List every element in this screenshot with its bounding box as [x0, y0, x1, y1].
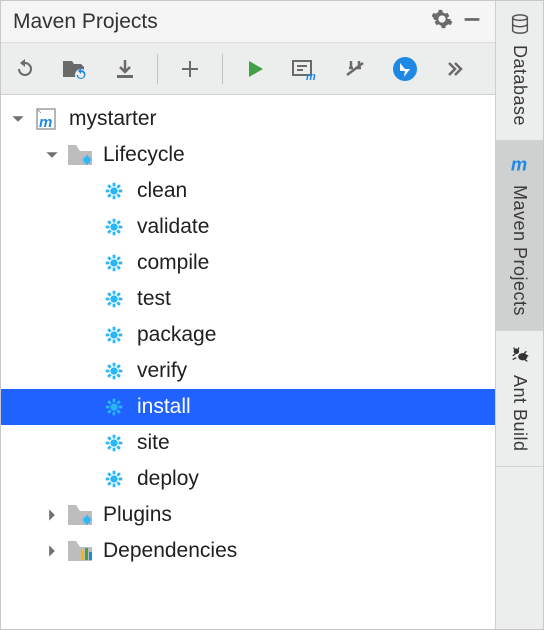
- ant-icon: [509, 341, 531, 367]
- folder-lib-icon: [67, 538, 93, 564]
- side-tab-maven-projects[interactable]: m Maven Projects: [496, 141, 543, 331]
- maven-icon: m: [509, 151, 531, 177]
- lifecycle-goal-compile[interactable]: compile: [1, 245, 495, 281]
- tree-dependencies-label: Dependencies: [103, 539, 237, 563]
- lifecycle-goal-label: test: [137, 287, 171, 311]
- gear-icon: [101, 214, 127, 240]
- run-button[interactable]: [237, 51, 273, 87]
- gear-icon: [101, 178, 127, 204]
- lifecycle-goal-package[interactable]: package: [1, 317, 495, 353]
- reimport-button[interactable]: [57, 51, 93, 87]
- tree-dependencies-node[interactable]: Dependencies: [1, 533, 495, 569]
- maven-module-icon: m: [33, 106, 59, 132]
- toolbar: m: [1, 43, 495, 95]
- more-toolbar-button[interactable]: [437, 51, 473, 87]
- side-tab-ant-build[interactable]: Ant Build: [496, 331, 543, 467]
- lifecycle-goal-install[interactable]: install: [1, 389, 495, 425]
- lifecycle-goal-deploy[interactable]: deploy: [1, 461, 495, 497]
- chevron-down-icon: [9, 110, 27, 128]
- chevron-right-icon: [43, 506, 61, 524]
- gear-icon: [101, 286, 127, 312]
- svg-text:m: m: [39, 114, 52, 131]
- execute-goal-button[interactable]: m: [287, 51, 323, 87]
- gear-icon: [101, 430, 127, 456]
- toolbar-separator: [157, 54, 158, 84]
- tree-plugins-label: Plugins: [103, 503, 172, 527]
- lifecycle-goal-test[interactable]: test: [1, 281, 495, 317]
- lifecycle-goal-verify[interactable]: verify: [1, 353, 495, 389]
- minimize-button[interactable]: [457, 8, 487, 36]
- lifecycle-goal-site[interactable]: site: [1, 425, 495, 461]
- side-tab-label: Database: [509, 45, 530, 126]
- side-tab-database[interactable]: Database: [496, 1, 543, 141]
- panel-title: Maven Projects: [13, 10, 158, 34]
- gear-icon: [101, 358, 127, 384]
- lifecycle-goal-validate[interactable]: validate: [1, 209, 495, 245]
- chevron-right-icon: [43, 542, 61, 560]
- svg-text:m: m: [510, 153, 526, 174]
- tree-project-label: mystarter: [69, 107, 157, 131]
- gear-icon: [101, 466, 127, 492]
- maven-projects-panel: Maven Projects m: [1, 1, 495, 629]
- lifecycle-goal-label: validate: [137, 215, 209, 239]
- project-tree: m mystarter Lifecycle clean validate: [1, 95, 495, 629]
- tree-plugins-node[interactable]: Plugins: [1, 497, 495, 533]
- side-tab-label: Ant Build: [509, 375, 530, 452]
- gear-icon: [101, 322, 127, 348]
- chevron-down-icon: [43, 146, 61, 164]
- lifecycle-goal-label: verify: [137, 359, 187, 383]
- folder-gear-icon: [67, 502, 93, 528]
- gear-icon: [101, 250, 127, 276]
- lifecycle-goal-clean[interactable]: clean: [1, 173, 495, 209]
- lifecycle-goal-label: compile: [137, 251, 209, 275]
- gear-icon: [101, 394, 127, 420]
- database-icon: [509, 11, 531, 37]
- skip-tests-button[interactable]: [387, 51, 423, 87]
- folder-gear-icon: [67, 142, 93, 168]
- toggle-offline-button[interactable]: [337, 51, 373, 87]
- tree-lifecycle-label: Lifecycle: [103, 143, 185, 167]
- download-sources-button[interactable]: [107, 51, 143, 87]
- refresh-button[interactable]: [7, 51, 43, 87]
- svg-text:m: m: [306, 71, 316, 81]
- lifecycle-goal-label: clean: [137, 179, 187, 203]
- tree-project-node[interactable]: m mystarter: [1, 101, 495, 137]
- lifecycle-goal-label: site: [137, 431, 170, 455]
- toolbar-separator: [222, 54, 223, 84]
- lifecycle-goal-label: package: [137, 323, 216, 347]
- lifecycle-goal-label: deploy: [137, 467, 199, 491]
- add-project-button[interactable]: [172, 51, 208, 87]
- side-tab-label: Maven Projects: [509, 185, 530, 316]
- tree-lifecycle-node[interactable]: Lifecycle: [1, 137, 495, 173]
- settings-button[interactable]: [427, 8, 457, 36]
- side-tab-strip: Database m Maven Projects Ant Build: [495, 1, 543, 629]
- panel-title-bar: Maven Projects: [1, 1, 495, 43]
- lifecycle-goal-label: install: [137, 395, 191, 419]
